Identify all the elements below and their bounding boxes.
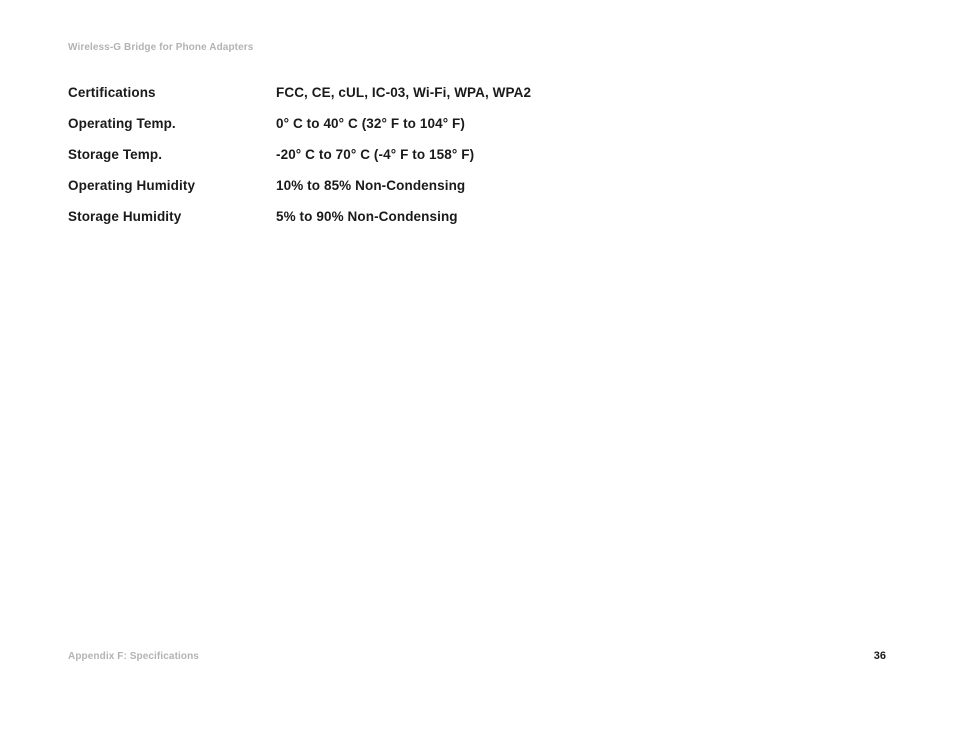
spec-value: 10% to 85% Non-Condensing: [276, 170, 531, 201]
spec-value: -20° C to 70° C (-4° F to 158° F): [276, 139, 531, 170]
spec-value: 0° C to 40° C (32° F to 104° F): [276, 108, 531, 139]
spec-value: 5% to 90% Non-Condensing: [276, 201, 531, 232]
spec-row: Storage Temp. -20° C to 70° C (-4° F to …: [68, 139, 531, 170]
spec-row: Storage Humidity 5% to 90% Non-Condensin…: [68, 201, 531, 232]
spec-row: Operating Humidity 10% to 85% Non-Conden…: [68, 170, 531, 201]
specifications-table: Certifications FCC, CE, cUL, IC-03, Wi-F…: [68, 77, 531, 232]
spec-value: FCC, CE, cUL, IC-03, Wi-Fi, WPA, WPA2: [276, 77, 531, 108]
document-page: Wireless-G Bridge for Phone Adapters Cer…: [0, 0, 954, 738]
spec-label: Operating Temp.: [68, 108, 276, 139]
spec-label: Certifications: [68, 77, 276, 108]
spec-label: Operating Humidity: [68, 170, 276, 201]
page-number: 36: [874, 650, 886, 662]
spec-label: Storage Temp.: [68, 139, 276, 170]
spec-row: Operating Temp. 0° C to 40° C (32° F to …: [68, 108, 531, 139]
document-header: Wireless-G Bridge for Phone Adapters: [68, 42, 886, 53]
footer-appendix-label: Appendix F: Specifications: [68, 651, 199, 662]
spec-label: Storage Humidity: [68, 201, 276, 232]
spec-row: Certifications FCC, CE, cUL, IC-03, Wi-F…: [68, 77, 531, 108]
document-footer: Appendix F: Specifications 36: [68, 650, 886, 662]
